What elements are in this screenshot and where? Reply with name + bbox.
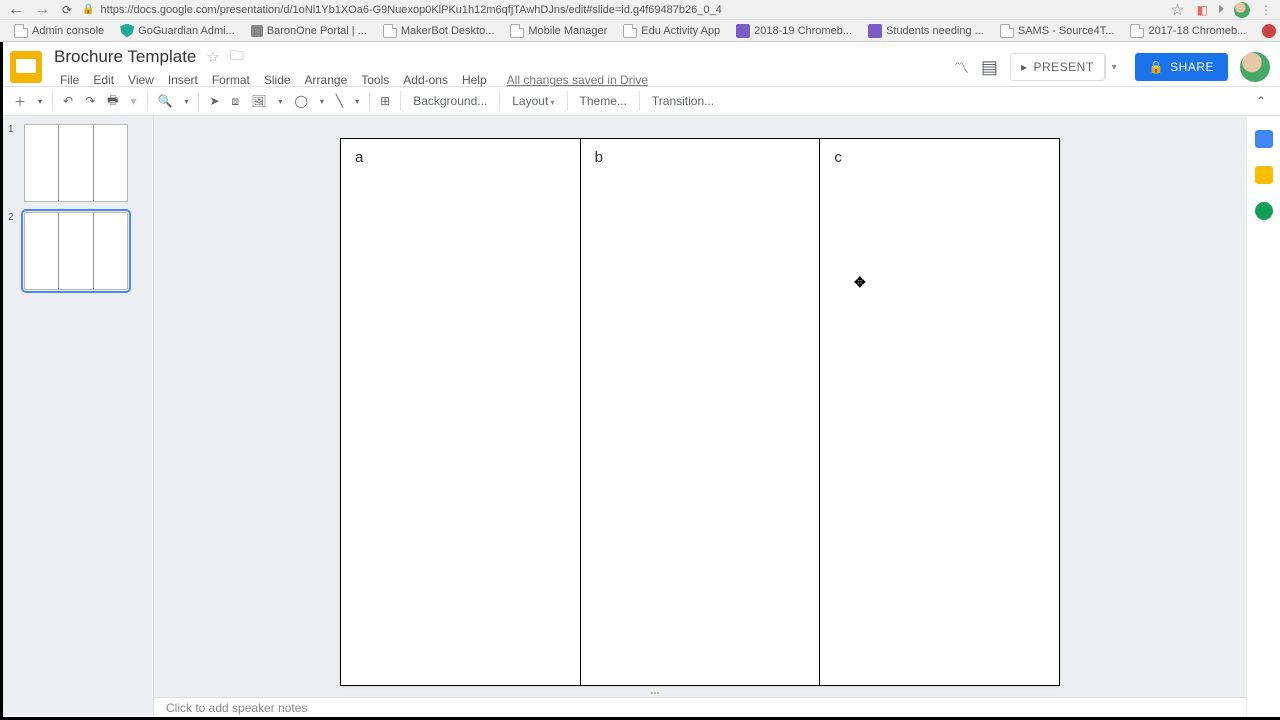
slide-panel-c[interactable]: c — [820, 139, 1059, 685]
background-button[interactable]: Background... — [405, 90, 495, 112]
menu-view[interactable]: View — [122, 71, 160, 89]
bookmark-item[interactable]: GoGuardian Admi... — [114, 24, 241, 38]
share-button[interactable]: 🔒 SHARE — [1135, 53, 1228, 81]
move-cursor-icon: ✥ — [854, 274, 866, 291]
tasks-icon[interactable] — [1255, 202, 1273, 220]
present-play-icon: ▸ — [1021, 60, 1028, 74]
menu-file[interactable]: File — [54, 71, 85, 89]
thumb-number: 2 — [8, 212, 18, 290]
shape-tool[interactable]: ◯ — [288, 90, 313, 112]
bookmark-star-icon[interactable]: ☆ — [1170, 0, 1184, 20]
canvas[interactable]: a b c ✥ — [154, 116, 1246, 716]
bookmark-item[interactable]: Admin console — [8, 24, 110, 38]
slide-thumbnail-active[interactable] — [24, 212, 128, 290]
transition-button[interactable]: Transition... — [644, 90, 722, 112]
save-status[interactable]: All changes saved in Drive — [505, 71, 650, 89]
line-tool[interactable]: ╲ — [330, 90, 349, 112]
comment-button[interactable]: ⊞ — [374, 90, 396, 112]
textbox-tool[interactable]: ⧈ — [226, 90, 246, 113]
filmstrip: 1 2 — [0, 116, 154, 716]
comments-icon[interactable]: ▤ — [981, 57, 998, 78]
present-dropdown[interactable]: ▾ — [1105, 56, 1123, 79]
bookmarks-bar: Admin console GoGuardian Admi... BaronOn… — [0, 20, 1280, 42]
back-icon[interactable]: ← — [8, 1, 24, 19]
menu-format[interactable]: Format — [206, 71, 256, 89]
paint-format-button[interactable]: ▾ — [124, 90, 142, 112]
activity-icon[interactable]: 〽 — [954, 57, 969, 78]
new-slide-dropdown[interactable]: ▾ — [32, 93, 48, 110]
bookmark-item[interactable]: MakerBot Deskto... — [377, 24, 501, 38]
theme-button[interactable]: Theme... — [572, 90, 635, 112]
lock-icon: 🔒 — [1149, 60, 1164, 74]
forward-icon: → — [34, 1, 50, 19]
menu-slide[interactable]: Slide — [258, 71, 297, 89]
collapse-toolbar-icon[interactable]: ⌃ — [1250, 90, 1272, 112]
account-avatar[interactable] — [1240, 52, 1270, 82]
image-tool[interactable]: 🖼 — [245, 90, 272, 112]
calendar-icon[interactable] — [1255, 130, 1273, 148]
notes-resize-handle[interactable] — [640, 692, 670, 696]
menu-tools[interactable]: Tools — [355, 71, 395, 89]
reload-icon[interactable]: ⟳ — [62, 3, 72, 17]
window-border — [0, 42, 3, 717]
main-area: 1 2 a b c ✥ — [0, 116, 1280, 716]
slide-panel-a[interactable]: a — [341, 139, 581, 685]
print-button[interactable]: 🖶 — [101, 87, 124, 116]
toolbar: ＋ ▾ ↶ ↷ 🖶 ▾ 🔍 ▾ ➤ ⧈ 🖼 ▾ ◯ ▾ ╲ ▾ ⊞ Backgr… — [0, 86, 1280, 116]
redo-button[interactable]: ↷ — [79, 90, 101, 112]
chrome-menu-icon[interactable]: ⋮ — [1260, 3, 1272, 17]
browser-address-bar: ← → ⟳ 🔒 https://docs.google.com/presenta… — [0, 0, 1280, 20]
undo-button[interactable]: ↶ — [57, 90, 79, 112]
lock-icon: 🔒 — [82, 4, 94, 15]
zoom-dropdown[interactable]: ▾ — [178, 93, 194, 110]
shape-dropdown[interactable]: ▾ — [314, 93, 330, 110]
bookmark-item[interactable]: 2017-18 Chromeb... — [1124, 24, 1252, 38]
url-input[interactable]: 🔒 https://docs.google.com/presentation/d… — [82, 4, 1160, 16]
slide-thumbnail[interactable] — [24, 124, 128, 202]
menu-addons[interactable]: Add-ons — [397, 71, 454, 89]
slide[interactable]: a b c — [340, 138, 1060, 686]
thumb-number: 1 — [8, 124, 18, 202]
bookmark-item[interactable]: Students needing ... — [862, 24, 990, 38]
bookmark-item[interactable]: 2018-19 Chromeb... — [730, 24, 858, 38]
bookmark-item[interactable]: SAMS - Source4T... — [994, 24, 1121, 38]
menu-bar: File Edit View Insert Format Slide Arran… — [54, 71, 954, 89]
keep-icon[interactable] — [1255, 166, 1273, 184]
url-text: https://docs.google.com/presentation/d/1… — [101, 4, 722, 16]
line-dropdown[interactable]: ▾ — [349, 93, 365, 110]
new-slide-button[interactable]: ＋ — [8, 89, 32, 114]
star-icon[interactable]: ☆ — [206, 48, 219, 66]
move-folder-icon[interactable]: 🗀 — [230, 45, 244, 69]
bookmark-item[interactable]: Mobile Manager — [504, 24, 613, 38]
app-header: Brochure Template ☆ 🗀 File Edit View Ins… — [0, 42, 1280, 86]
menu-insert[interactable]: Insert — [162, 71, 204, 89]
present-button[interactable]: ▸ PRESENT — [1010, 53, 1105, 81]
bookmark-item[interactable]: Edu Activity App — [617, 24, 726, 38]
zoom-button[interactable]: 🔍 — [152, 90, 179, 112]
document-title[interactable]: Brochure Template — [54, 47, 196, 67]
side-panel — [1246, 116, 1280, 716]
slide-panel-b[interactable]: b — [581, 139, 821, 685]
bookmark-item[interactable]: BaronOne Portal | ... — [245, 25, 373, 37]
image-dropdown[interactable]: ▾ — [272, 93, 288, 110]
slides-logo-icon[interactable] — [10, 51, 42, 83]
menu-help[interactable]: Help — [456, 71, 493, 89]
bookmark-item[interactable]: eCampus: Home — [1256, 24, 1280, 38]
extension-icon[interactable]: ⏵ — [1218, 2, 1224, 17]
profile-avatar[interactable] — [1234, 2, 1250, 18]
layout-button[interactable]: Layout — [504, 90, 562, 112]
select-tool[interactable]: ➤ — [203, 90, 225, 112]
menu-arrange[interactable]: Arrange — [299, 71, 354, 89]
speaker-notes[interactable]: Click to add speaker notes — [154, 697, 1246, 717]
extension-icon[interactable]: ◧ — [1197, 3, 1208, 17]
